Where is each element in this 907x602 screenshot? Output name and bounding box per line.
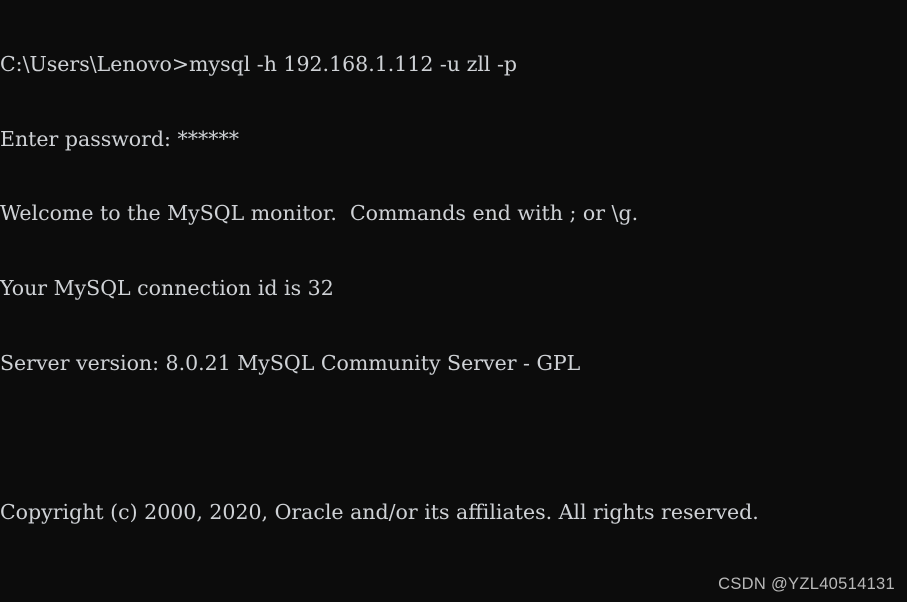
line-copyright: Copyright (c) 2000, 2020, Oracle and/or … (0, 500, 759, 525)
line-command-prompt: C:\Users\Lenovo>mysql -h 192.168.1.112 -… (0, 51, 518, 76)
line-enter-password: Enter password: ****** (0, 126, 239, 151)
line-blank-2 (0, 575, 759, 600)
line-connection-id: Your MySQL connection id is 32 (0, 275, 334, 300)
line-welcome: Welcome to the MySQL monitor. Commands e… (0, 201, 639, 226)
line-blank-1 (0, 425, 759, 450)
csdn-watermark: CSDN @YZL40514131 (718, 575, 895, 593)
terminal-window[interactable]: C:\Users\Lenovo>mysql -h 192.168.1.112 -… (0, 0, 907, 602)
console-output: C:\Users\Lenovo>mysql -h 192.168.1.112 -… (0, 0, 759, 602)
line-server-version: Server version: 8.0.21 MySQL Community S… (0, 350, 581, 375)
